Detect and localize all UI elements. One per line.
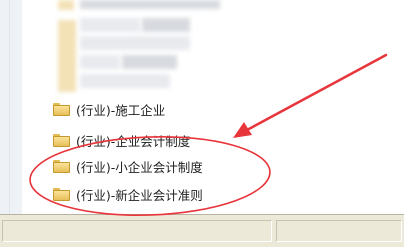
blurred-item-label [80,0,220,9]
folder-icon [53,187,70,201]
folder-icon [53,133,70,147]
blurred-item-label [142,18,190,32]
tree-item[interactable]: (行业)-施工企业 [53,100,165,118]
file-browser-window: (行业)-施工企业 (行业)-企业会计制度 (行业)-小企业会计制度 (行业)-… [0,0,404,247]
tree-item-label: (行业)-施工企业 [76,102,166,118]
folder-tree: (行业)-施工企业 (行业)-企业会计制度 (行业)-小企业会计制度 (行业)-… [22,0,404,214]
blurred-item-label [122,55,177,69]
blurred-item-label [80,74,170,88]
tree-item[interactable]: (行业)-小企业会计制度 [53,157,203,175]
blurred-item-label [80,18,140,32]
tree-item[interactable]: (行业)-新企业会计准则 [53,185,203,203]
folder-icon [53,102,70,116]
status-bar [0,214,404,247]
status-panel [2,220,272,242]
tree-item-label: (行业)-小企业会计制度 [76,159,203,175]
status-panel [276,220,402,242]
blurred-item-label [80,36,190,50]
blurred-folder-icon [58,0,74,10]
tree-item[interactable]: (行业)-企业会计制度 [53,131,190,149]
tree-item-label: (行业)-企业会计制度 [76,133,191,149]
left-gutter [0,0,23,214]
tree-item-label: (行业)-新企业会计准则 [76,187,203,203]
blurred-item-label [80,55,120,69]
folder-icon [53,159,70,173]
blurred-folder-icon [58,20,76,92]
